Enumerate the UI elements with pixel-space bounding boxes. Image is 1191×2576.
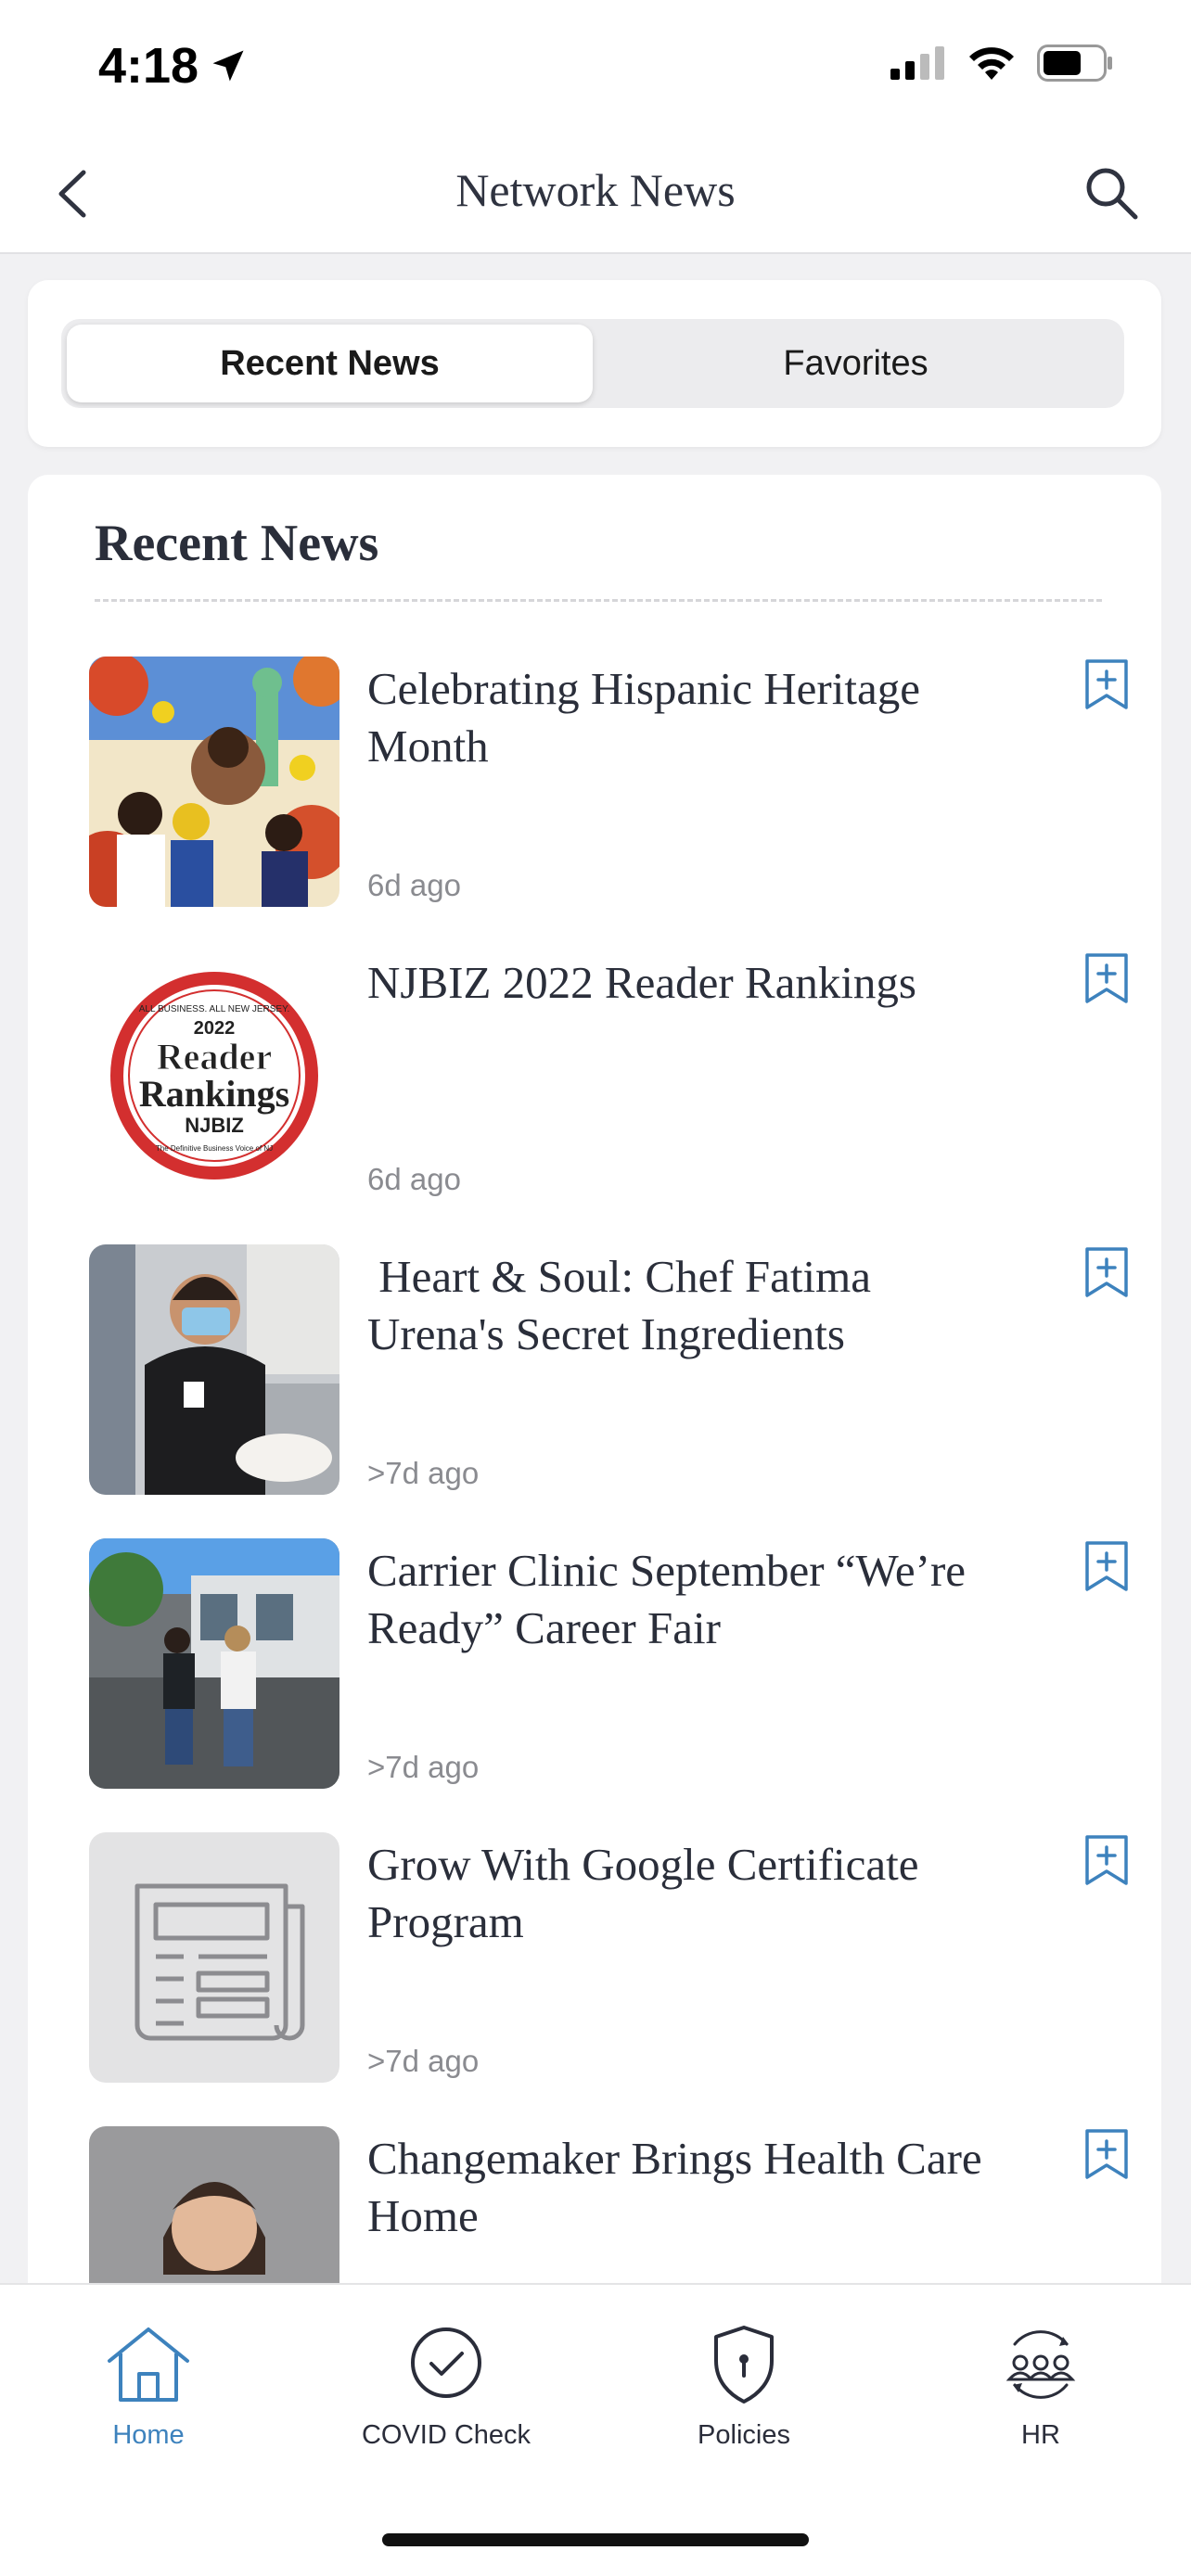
status-time: 4:18 — [98, 37, 249, 95]
news-item[interactable]: ALL BUSINESS. ALL NEW JERSEY. 2022 Reade… — [89, 950, 1133, 1244]
tab-home-label: Home — [112, 2420, 185, 2450]
page-title: Network News — [455, 164, 736, 216]
news-thumbnail — [89, 657, 339, 907]
tab-covid-check[interactable]: COVID Check — [353, 2318, 539, 2451]
badge-brand: NJBIZ — [185, 1114, 244, 1137]
status-icons — [890, 45, 1113, 82]
signal-icon — [890, 46, 944, 80]
news-thumbnail — [89, 1832, 339, 2083]
news-time: 6d ago — [367, 868, 461, 902]
news-title: Celebrating Hispanic Heritage Month — [367, 663, 920, 772]
tab-home[interactable]: Home — [56, 2318, 241, 2451]
battery-icon — [1037, 45, 1112, 82]
time-text: 4:18 — [98, 38, 199, 94]
bookmark-add-icon[interactable] — [1083, 1540, 1130, 1592]
news-item[interactable]: Heart & Soul: Chef Fatima Urena's Secret… — [89, 1244, 1133, 1538]
check-circle-icon — [411, 2327, 481, 2398]
news-list: Celebrating Hispanic Heritage Month 6d a… — [89, 657, 1133, 2420]
news-thumbnail: ALL BUSINESS. ALL NEW JERSEY. 2022 Reade… — [89, 950, 339, 1201]
bookmark-add-icon[interactable] — [1083, 2128, 1130, 2180]
home-icon — [108, 2327, 189, 2402]
section-heading: Recent News — [95, 515, 379, 572]
news-title: Changemaker Brings Health Care Home — [367, 2133, 982, 2241]
news-title: NJBIZ 2022 Reader Rankings — [367, 957, 916, 1008]
people-cycle-icon — [1005, 2330, 1076, 2399]
badge-line2: Rankings — [139, 1073, 289, 1115]
news-card: Recent News Celebrating Hispanic Heritag… — [28, 475, 1161, 2377]
news-time: 6d ago — [367, 1162, 461, 1196]
badge-line1: Reader — [157, 1036, 272, 1078]
news-item[interactable]: Carrier Clinic September “We’re Ready” C… — [89, 1538, 1133, 1832]
news-title: Carrier Clinic September “We’re Ready” C… — [367, 1545, 967, 1653]
location-arrow-icon — [212, 50, 244, 82]
news-title: Grow With Google Certificate Program — [367, 1839, 919, 1947]
news-time: >7d ago — [367, 2044, 480, 2078]
tab-hr-label: HR — [1021, 2420, 1060, 2450]
tab-policies-label: Policies — [698, 2420, 790, 2450]
news-time: >7d ago — [367, 1750, 480, 1784]
tab-hr[interactable]: HR — [948, 2318, 1133, 2451]
bookmark-add-icon[interactable] — [1083, 1246, 1130, 1298]
segment-card: Recent News Favorites — [28, 280, 1161, 447]
shield-icon — [714, 2326, 774, 2404]
chef-photo-image — [89, 1244, 339, 1495]
news-thumbnail — [89, 1538, 339, 1789]
tab-favorites[interactable]: Favorites — [593, 325, 1119, 402]
reader-rankings-badge-image: ALL BUSINESS. ALL NEW JERSEY. 2022 Reade… — [110, 972, 318, 1180]
home-indicator — [382, 2533, 809, 2546]
segmented-control: Recent News Favorites — [61, 319, 1124, 408]
status-bar: 4:18 — [0, 0, 1191, 130]
news-time: >7d ago — [367, 1456, 480, 1490]
tab-recent-news[interactable]: Recent News — [67, 325, 593, 402]
badge-bottom-text: The Definitive Business Voice of NJ — [156, 1144, 273, 1153]
newspaper-placeholder-icon — [134, 1883, 305, 2041]
news-thumbnail — [89, 1244, 339, 1495]
heritage-illustration-image — [89, 657, 339, 907]
career-fair-photo-image — [89, 1538, 339, 1789]
bookmark-add-icon[interactable] — [1083, 952, 1130, 1004]
tab-policies[interactable]: Policies — [651, 2318, 837, 2451]
tab-covid-check-label: COVID Check — [361, 2420, 531, 2450]
section-divider — [95, 599, 1102, 602]
bookmark-add-icon[interactable] — [1083, 658, 1130, 710]
nav-bar: Network News — [0, 130, 1191, 254]
news-item[interactable]: Celebrating Hispanic Heritage Month 6d a… — [89, 657, 1133, 950]
wifi-icon — [969, 47, 1014, 80]
search-icon[interactable] — [1080, 161, 1145, 226]
bookmark-add-icon[interactable] — [1083, 1834, 1130, 1886]
badge-top-text: ALL BUSINESS. ALL NEW JERSEY. — [139, 1004, 289, 1014]
news-title: Heart & Soul: Chef Fatima Urena's Secret… — [367, 1251, 883, 1359]
news-item[interactable]: Grow With Google Certificate Program >7d… — [89, 1832, 1133, 2126]
tab-bar: Home COVID Check Policies HR — [0, 2283, 1191, 2576]
